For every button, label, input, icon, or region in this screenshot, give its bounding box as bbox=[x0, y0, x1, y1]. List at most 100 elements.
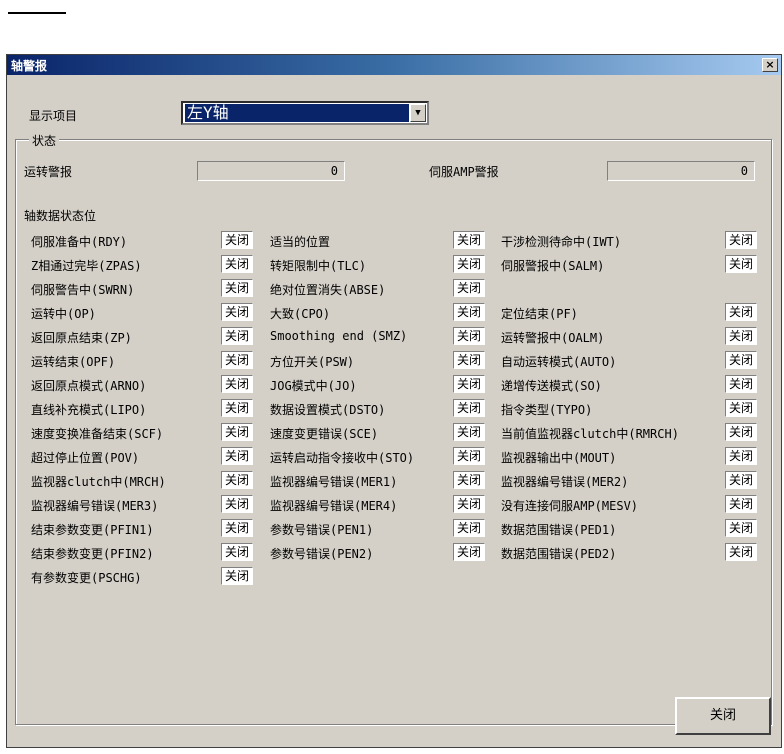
status-bit-value: 关闭 bbox=[221, 327, 253, 345]
chevron-down-icon[interactable]: ▼ bbox=[410, 104, 426, 122]
status-bit-label: 超过停止位置(POV) bbox=[31, 451, 140, 465]
status-bit-label: 返回原点结束(ZP) bbox=[31, 331, 132, 345]
status-bit-value: 关闭 bbox=[453, 303, 485, 321]
status-bit-label: 指令类型(TYPO) bbox=[501, 403, 593, 417]
status-bit-label: 自动运转模式(AUTO) bbox=[501, 355, 617, 369]
status-bit-value: 关闭 bbox=[725, 255, 757, 273]
status-bit-value: 关闭 bbox=[453, 495, 485, 513]
status-bit-value: 关闭 bbox=[221, 279, 253, 297]
status-bit-value: 关闭 bbox=[221, 303, 253, 321]
title-bar[interactable]: 轴警报 × bbox=[7, 55, 781, 75]
status-bit-value: 关闭 bbox=[221, 399, 253, 417]
axis-select-value: 左Y轴 bbox=[185, 104, 409, 122]
status-bit-label: 监视器clutch中(MRCH) bbox=[31, 475, 166, 489]
status-bit-value: 关闭 bbox=[221, 423, 253, 441]
status-bit-value: 关闭 bbox=[725, 519, 757, 537]
status-bit-value: 关闭 bbox=[453, 543, 485, 561]
status-group-label: 状态 bbox=[29, 132, 60, 149]
status-bit-label: 参数号错误(PEN1) bbox=[270, 523, 374, 537]
status-bit-value: 关闭 bbox=[453, 279, 485, 297]
status-bit-value: 关闭 bbox=[221, 231, 253, 249]
top-underline bbox=[8, 12, 66, 14]
status-bit-label: 运转警报中(OALM) bbox=[501, 331, 605, 345]
status-bit-label: 结束参数变更(PFIN1) bbox=[31, 523, 154, 537]
status-bit-label: 监视器编号错误(MER4) bbox=[270, 499, 398, 513]
axis-select[interactable]: 左Y轴 ▼ bbox=[181, 101, 429, 125]
status-bit-label: 绝对位置消失(ABSE) bbox=[270, 283, 386, 297]
status-bit-label: 参数号错误(PEN2) bbox=[270, 547, 374, 561]
servo-amp-alarm-value: 0 bbox=[607, 161, 755, 181]
axis-alarm-dialog: 轴警报 × 显示项目 左Y轴 ▼ 状态 运转警报 0 伺服AMP警报 0 轴数据… bbox=[6, 54, 782, 748]
status-bit-label: 递增传送模式(SO) bbox=[501, 379, 602, 393]
status-bit-label: 有参数变更(PSCHG) bbox=[31, 571, 142, 585]
status-bit-value: 关闭 bbox=[725, 495, 757, 513]
status-bit-label: 当前值监视器clutch中(RMRCH) bbox=[501, 427, 679, 441]
status-bit-value: 关闭 bbox=[453, 423, 485, 441]
status-bit-value: 关闭 bbox=[725, 327, 757, 345]
status-bit-value: 关闭 bbox=[725, 351, 757, 369]
status-bit-label: 大致(CPO) bbox=[270, 307, 331, 321]
status-bit-label: 方位开关(PSW) bbox=[270, 355, 355, 369]
status-bit-label: 定位结束(PF) bbox=[501, 307, 578, 321]
axis-status-bits-label: 轴数据状态位 bbox=[24, 209, 97, 223]
status-bit-value: 关闭 bbox=[221, 567, 253, 585]
status-bit-value: 关闭 bbox=[221, 519, 253, 537]
run-alarm-value: 0 bbox=[197, 161, 345, 181]
status-bit-label: 干涉检测待命中(IWT) bbox=[501, 235, 622, 249]
status-bit-label: 伺服警告中(SWRN) bbox=[31, 283, 135, 297]
status-bit-label: 数据范围错误(PED1) bbox=[501, 523, 617, 537]
status-bit-value: 关闭 bbox=[221, 447, 253, 465]
status-bit-label: 没有连接伺服AMP(MESV) bbox=[501, 499, 639, 513]
status-bit-value: 关闭 bbox=[221, 471, 253, 489]
status-bit-value: 关闭 bbox=[453, 447, 485, 465]
status-bit-value: 关闭 bbox=[453, 351, 485, 369]
status-bit-value: 关闭 bbox=[221, 495, 253, 513]
status-bit-value: 关闭 bbox=[725, 543, 757, 561]
status-bit-value: 关闭 bbox=[453, 519, 485, 537]
status-bit-label: 速度变更错误(SCE) bbox=[270, 427, 379, 441]
status-bit-value: 关闭 bbox=[725, 399, 757, 417]
status-bit-value: 关闭 bbox=[725, 375, 757, 393]
status-bit-label: JOG模式中(JO) bbox=[270, 379, 357, 393]
status-bit-label: 伺服准备中(RDY) bbox=[31, 235, 128, 249]
status-bit-label: 运转启动指令接收中(STO) bbox=[270, 451, 415, 465]
status-bit-label: 适当的位置 bbox=[270, 235, 331, 249]
status-bit-label: 速度变换准备结束(SCF) bbox=[31, 427, 164, 441]
display-item-label: 显示项目 bbox=[29, 109, 78, 123]
close-icon[interactable]: × bbox=[762, 58, 778, 72]
status-bit-label: 返回原点模式(ARNO) bbox=[31, 379, 147, 393]
status-bit-value: 关闭 bbox=[725, 231, 757, 249]
status-bit-value: 关闭 bbox=[725, 423, 757, 441]
status-bit-label: 监视器编号错误(MER2) bbox=[501, 475, 629, 489]
status-bit-label: Smoothing end (SMZ) bbox=[270, 329, 408, 343]
status-bit-value: 关闭 bbox=[725, 447, 757, 465]
status-bit-value: 关闭 bbox=[725, 471, 757, 489]
window-title: 轴警报 bbox=[11, 59, 48, 73]
status-bit-value: 关闭 bbox=[453, 471, 485, 489]
status-bit-value: 关闭 bbox=[221, 375, 253, 393]
status-bit-value: 关闭 bbox=[221, 255, 253, 273]
status-bit-label: 监视器输出中(MOUT) bbox=[501, 451, 617, 465]
status-bit-value: 关闭 bbox=[725, 303, 757, 321]
status-bit-label: 数据范围错误(PED2) bbox=[501, 547, 617, 561]
status-bit-label: Z相通过完毕(ZPAS) bbox=[31, 259, 142, 273]
status-bit-value: 关闭 bbox=[453, 231, 485, 249]
status-bit-value: 关闭 bbox=[453, 375, 485, 393]
status-bit-label: 监视器编号错误(MER3) bbox=[31, 499, 159, 513]
servo-amp-alarm-label: 伺服AMP警报 bbox=[429, 165, 499, 179]
status-bit-label: 结束参数变更(PFIN2) bbox=[31, 547, 154, 561]
status-bit-label: 转矩限制中(TLC) bbox=[270, 259, 367, 273]
status-bit-value: 关闭 bbox=[221, 351, 253, 369]
status-bit-value: 关闭 bbox=[453, 255, 485, 273]
close-button[interactable]: 关闭 bbox=[675, 697, 771, 735]
status-bit-value: 关闭 bbox=[221, 543, 253, 561]
run-alarm-label: 运转警报 bbox=[24, 165, 73, 179]
status-bit-label: 监视器编号错误(MER1) bbox=[270, 475, 398, 489]
status-bit-label: 直线补充模式(LIPO) bbox=[31, 403, 147, 417]
status-bit-label: 运转结束(OPF) bbox=[31, 355, 116, 369]
status-bit-label: 伺服警报中(SALM) bbox=[501, 259, 605, 273]
status-bit-value: 关闭 bbox=[453, 399, 485, 417]
status-bit-label: 运转中(OP) bbox=[31, 307, 96, 321]
status-bit-value: 关闭 bbox=[453, 327, 485, 345]
status-bit-label: 数据设置模式(DSTO) bbox=[270, 403, 386, 417]
